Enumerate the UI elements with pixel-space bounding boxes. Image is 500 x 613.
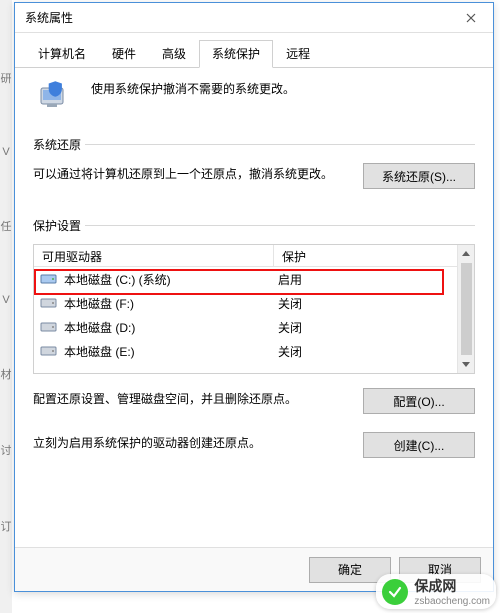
drive-row-f[interactable]: 本地磁盘 (F:) 关闭 bbox=[34, 291, 457, 315]
drive-icon bbox=[40, 296, 58, 310]
drive-list: 可用驱动器 保护 本地磁盘 (C:) (系统) 启用 本地磁盘 (F:) 关闭 … bbox=[33, 244, 475, 374]
drive-icon bbox=[40, 272, 58, 286]
configure-desc: 配置还原设置、管理磁盘空间，并且删除还原点。 bbox=[33, 388, 353, 408]
tab-advanced[interactable]: 高级 bbox=[149, 40, 199, 68]
drive-name: 本地磁盘 (E:) bbox=[64, 343, 278, 360]
tabs-bar: 计算机名 硬件 高级 系统保护 远程 bbox=[15, 33, 493, 68]
section-restore-title: 系统还原 bbox=[33, 136, 475, 153]
window-title: 系统属性 bbox=[25, 9, 451, 26]
drive-row-e[interactable]: 本地磁盘 (E:) 关闭 bbox=[34, 339, 457, 363]
rule-icon bbox=[85, 144, 475, 145]
scroll-up-icon[interactable] bbox=[458, 245, 474, 262]
configure-row: 配置还原设置、管理磁盘空间，并且删除还原点。 配置(O)... bbox=[33, 388, 475, 414]
restore-desc: 可以通过将计算机还原到上一个还原点，撤消系统更改。 bbox=[33, 163, 353, 183]
system-restore-button[interactable]: 系统还原(S)... bbox=[363, 163, 475, 189]
tab-system-protection[interactable]: 系统保护 bbox=[199, 40, 273, 68]
section-restore-label: 系统还原 bbox=[33, 136, 81, 153]
dialog-footer: 确定 取消 bbox=[15, 547, 493, 591]
close-button[interactable] bbox=[451, 4, 491, 32]
intro-text: 使用系统保护撤消不需要的系统更改。 bbox=[91, 80, 295, 97]
drive-protection: 启用 bbox=[278, 271, 451, 288]
drive-row-c[interactable]: 本地磁盘 (C:) (系统) 启用 bbox=[34, 267, 457, 291]
tab-hardware[interactable]: 硬件 bbox=[99, 40, 149, 68]
create-desc: 立刻为启用系统保护的驱动器创建还原点。 bbox=[33, 432, 353, 452]
column-drive[interactable]: 可用驱动器 bbox=[34, 245, 274, 266]
drive-name: 本地磁盘 (C:) (系统) bbox=[64, 271, 278, 288]
drive-row-d[interactable]: 本地磁盘 (D:) 关闭 bbox=[34, 315, 457, 339]
scroll-down-icon[interactable] bbox=[458, 356, 474, 373]
tab-content: 使用系统保护撤消不需要的系统更改。 系统还原 可以通过将计算机还原到上一个还原点… bbox=[15, 68, 493, 458]
watermark-domain: zsbaocheng.com bbox=[414, 596, 490, 607]
drive-protection: 关闭 bbox=[278, 319, 451, 336]
section-protection-label: 保护设置 bbox=[33, 217, 81, 234]
drive-protection: 关闭 bbox=[278, 295, 451, 312]
ok-button[interactable]: 确定 bbox=[309, 557, 391, 583]
drive-icon bbox=[40, 344, 58, 358]
tab-computer-name[interactable]: 计算机名 bbox=[25, 40, 99, 68]
intro-block: 使用系统保护撤消不需要的系统更改。 bbox=[33, 80, 475, 116]
background-peek: 研V任V材讨订 bbox=[0, 0, 12, 613]
drive-protection: 关闭 bbox=[278, 343, 451, 360]
drive-name: 本地磁盘 (F:) bbox=[64, 295, 278, 312]
rule-icon bbox=[85, 225, 475, 226]
restore-row: 可以通过将计算机还原到上一个还原点，撤消系统更改。 系统还原(S)... bbox=[33, 163, 475, 189]
column-protection[interactable]: 保护 bbox=[274, 245, 457, 266]
titlebar: 系统属性 bbox=[15, 3, 493, 33]
tab-remote[interactable]: 远程 bbox=[273, 40, 323, 68]
configure-button[interactable]: 配置(O)... bbox=[363, 388, 475, 414]
cancel-button[interactable]: 取消 bbox=[399, 557, 481, 583]
system-properties-dialog: 系统属性 计算机名 硬件 高级 系统保护 远程 使用系统保护撤消不需要的系统更改… bbox=[14, 2, 494, 592]
system-protection-icon bbox=[39, 80, 79, 116]
drive-list-scrollbar[interactable] bbox=[457, 245, 474, 373]
close-icon bbox=[466, 13, 476, 23]
create-row: 立刻为启用系统保护的驱动器创建还原点。 创建(C)... bbox=[33, 432, 475, 458]
section-protection-title: 保护设置 bbox=[33, 217, 475, 234]
create-button[interactable]: 创建(C)... bbox=[363, 432, 475, 458]
drive-icon bbox=[40, 320, 58, 334]
drive-name: 本地磁盘 (D:) bbox=[64, 319, 278, 336]
drive-list-header: 可用驱动器 保护 bbox=[34, 245, 457, 267]
scroll-thumb[interactable] bbox=[461, 263, 472, 355]
